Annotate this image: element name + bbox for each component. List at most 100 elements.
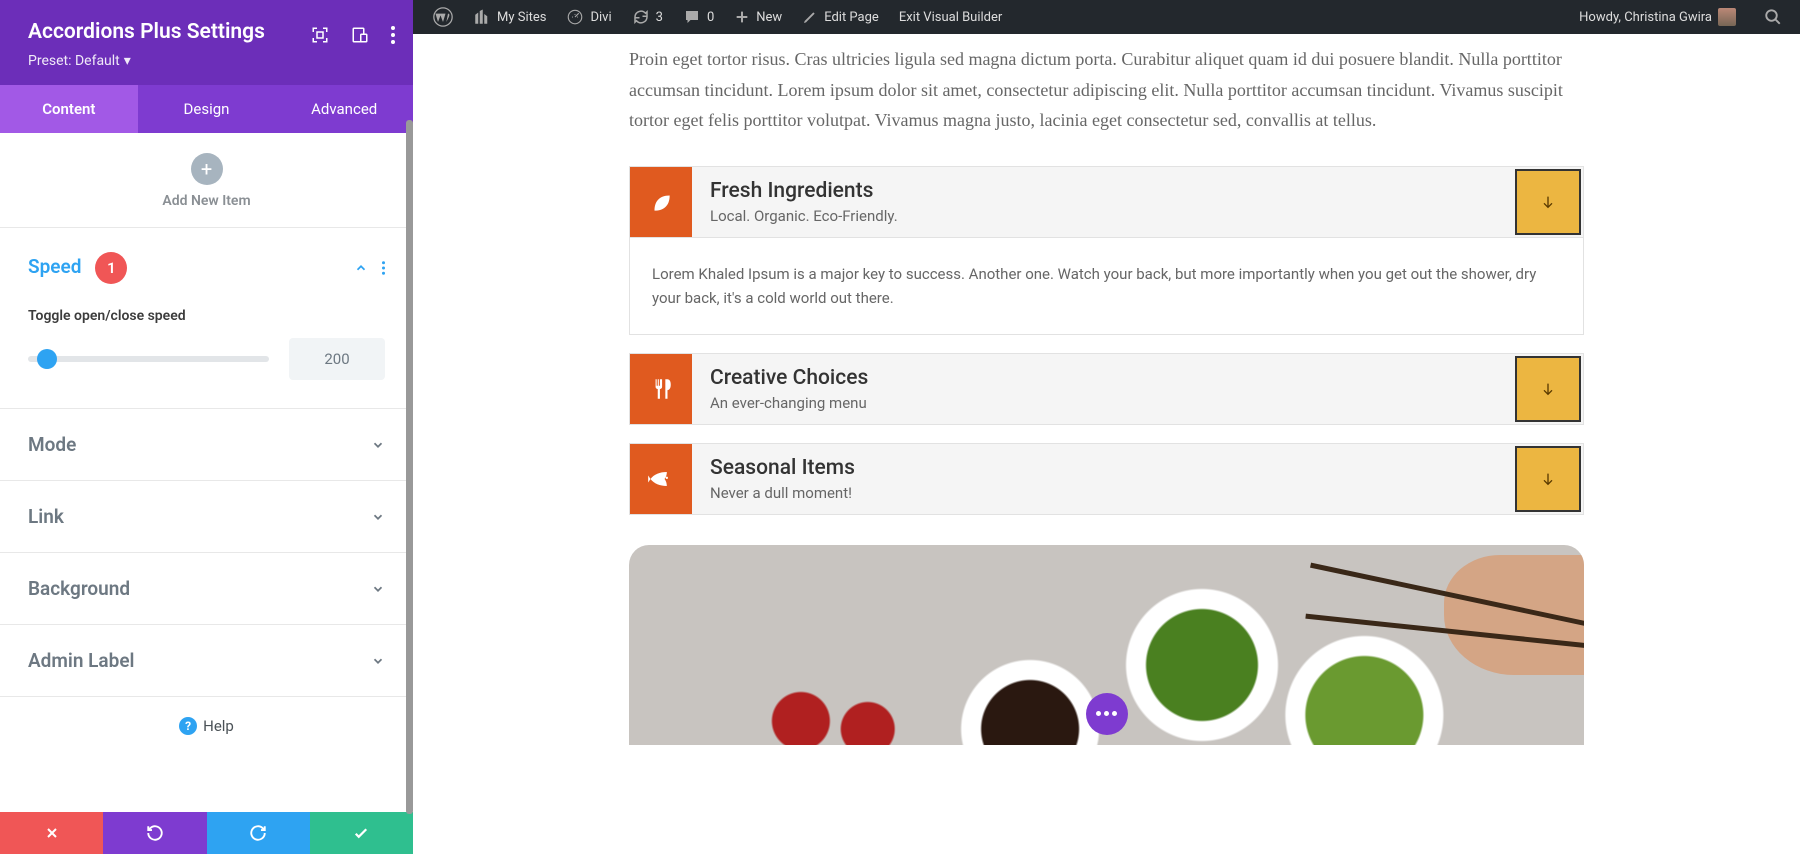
responsive-icon[interactable] [351, 26, 369, 44]
my-sites-label: My Sites [497, 10, 546, 25]
collapse-icon[interactable] [354, 261, 368, 275]
new-label: New [756, 10, 782, 25]
page-content: Proin eget tortor risus. Cras ultricies … [413, 34, 1800, 854]
speed-value-input[interactable]: 200 [289, 338, 385, 380]
my-sites-link[interactable]: My Sites [463, 0, 556, 34]
speed-slider[interactable] [28, 356, 269, 362]
section-speed-title: Speed [28, 255, 81, 278]
accordion-subtitle: Never a dull moment! [710, 484, 1497, 502]
comment-icon [683, 8, 701, 26]
section-more-icon[interactable] [382, 261, 385, 275]
edit-page-link[interactable]: Edit Page [792, 0, 889, 34]
utensils-icon [630, 354, 692, 424]
section-link: Link [0, 481, 413, 553]
intro-paragraph: Proin eget tortor risus. Cras ultricies … [629, 44, 1584, 136]
edit-page-label: Edit Page [824, 10, 879, 25]
section-mode: Mode [0, 409, 413, 481]
section-background: Background [0, 553, 413, 625]
help-icon: ? [179, 717, 197, 735]
leaf-icon [630, 167, 692, 237]
expand-icon [371, 438, 385, 452]
tab-advanced[interactable]: Advanced [275, 85, 413, 133]
help-link[interactable]: ? Help [0, 697, 413, 755]
bottom-actions [0, 812, 413, 854]
accordion-title: Creative Choices [710, 366, 1497, 390]
accordion-toggle[interactable] [1515, 356, 1581, 422]
search-button[interactable] [1756, 8, 1790, 26]
caret-down-icon: ▾ [124, 53, 131, 69]
expand-icon [371, 510, 385, 524]
new-link[interactable]: New [724, 0, 792, 34]
howdy-label: Howdy, Christina Gwira [1579, 10, 1712, 25]
accordion-body: Lorem Khaled Ipsum is a major key to suc… [630, 237, 1583, 334]
settings-tabs: Content Design Advanced [0, 85, 413, 133]
plus-icon [734, 9, 750, 25]
section-mode-header[interactable]: Mode [0, 409, 413, 480]
module-options-button[interactable] [1086, 693, 1128, 735]
accordion-title: Seasonal Items [710, 456, 1497, 480]
tab-content[interactable]: Content [0, 85, 138, 133]
close-button[interactable] [0, 812, 103, 854]
tab-design[interactable]: Design [138, 85, 276, 133]
section-mode-title: Mode [28, 433, 76, 456]
section-link-title: Link [28, 505, 64, 528]
accordion-item: Seasonal Items Never a dull moment! [629, 443, 1584, 515]
accordion-subtitle: Local. Organic. Eco-Friendly. [710, 207, 1497, 225]
pencil-icon [802, 9, 818, 25]
accordion-toggle[interactable] [1515, 169, 1581, 235]
expand-icon [371, 654, 385, 668]
exit-builder-label: Exit Visual Builder [899, 10, 1002, 25]
help-label: Help [203, 717, 234, 735]
updates-count: 3 [656, 10, 663, 25]
expand-icon [371, 582, 385, 596]
add-item-label: Add New Item [0, 193, 413, 209]
slider-thumb[interactable] [37, 349, 57, 369]
section-speed-body: Toggle open/close speed 200 [0, 308, 413, 408]
section-speed-badge: 1 [95, 252, 127, 284]
comments-count: 0 [707, 10, 714, 25]
sidebar-body: + Add New Item Speed 1 Toggle open/close [0, 133, 413, 812]
wp-admin-bar: My Sites Divi 3 0 New [413, 0, 1800, 34]
scrollbar[interactable] [406, 120, 413, 814]
dashboard-icon [566, 8, 584, 26]
section-admin-label: Admin Label [0, 625, 413, 697]
main-area: My Sites Divi 3 0 New [413, 0, 1800, 854]
section-admin-label-header[interactable]: Admin Label [0, 625, 413, 696]
wp-logo-icon[interactable] [423, 0, 463, 34]
add-item-area: + Add New Item [0, 133, 413, 228]
sites-icon [473, 8, 491, 26]
redo-button[interactable] [207, 812, 310, 854]
site-link[interactable]: Divi [556, 0, 621, 34]
expand-icon[interactable] [311, 26, 329, 44]
preset-dropdown[interactable]: Preset: Default ▾ [28, 53, 131, 69]
food-image [629, 545, 1584, 745]
howdy-link[interactable]: Howdy, Christina Gwira [1569, 0, 1746, 34]
avatar [1718, 8, 1736, 26]
accordion-toggle[interactable] [1515, 446, 1581, 512]
section-speed: Speed 1 Toggle open/close speed 200 [0, 228, 413, 409]
add-item-button[interactable]: + [191, 153, 223, 185]
sidebar-header: Accordions Plus Settings Preset: Default… [0, 0, 413, 85]
section-admin-label-title: Admin Label [28, 649, 134, 672]
fish-icon [630, 444, 692, 514]
comments-link[interactable]: 0 [673, 0, 724, 34]
section-background-title: Background [28, 577, 130, 600]
preset-label: Preset: Default [28, 53, 120, 69]
section-speed-header[interactable]: Speed 1 [0, 228, 413, 308]
updates-link[interactable]: 3 [622, 0, 673, 34]
refresh-icon [632, 8, 650, 26]
site-label: Divi [590, 10, 611, 25]
exit-builder-link[interactable]: Exit Visual Builder [889, 0, 1012, 34]
accordion-subtitle: An ever-changing menu [710, 394, 1497, 412]
speed-field-label: Toggle open/close speed [28, 308, 385, 324]
accordion-item: Creative Choices An ever-changing menu [629, 353, 1584, 425]
undo-button[interactable] [103, 812, 206, 854]
accordion-title: Fresh Ingredients [710, 179, 1497, 203]
accordion-item: Fresh Ingredients Local. Organic. Eco-Fr… [629, 166, 1584, 335]
section-background-header[interactable]: Background [0, 553, 413, 624]
chopsticks-graphic [1324, 565, 1584, 745]
settings-sidebar: Accordions Plus Settings Preset: Default… [0, 0, 413, 854]
section-link-header[interactable]: Link [0, 481, 413, 552]
save-button[interactable] [310, 812, 413, 854]
more-icon[interactable] [391, 26, 395, 44]
